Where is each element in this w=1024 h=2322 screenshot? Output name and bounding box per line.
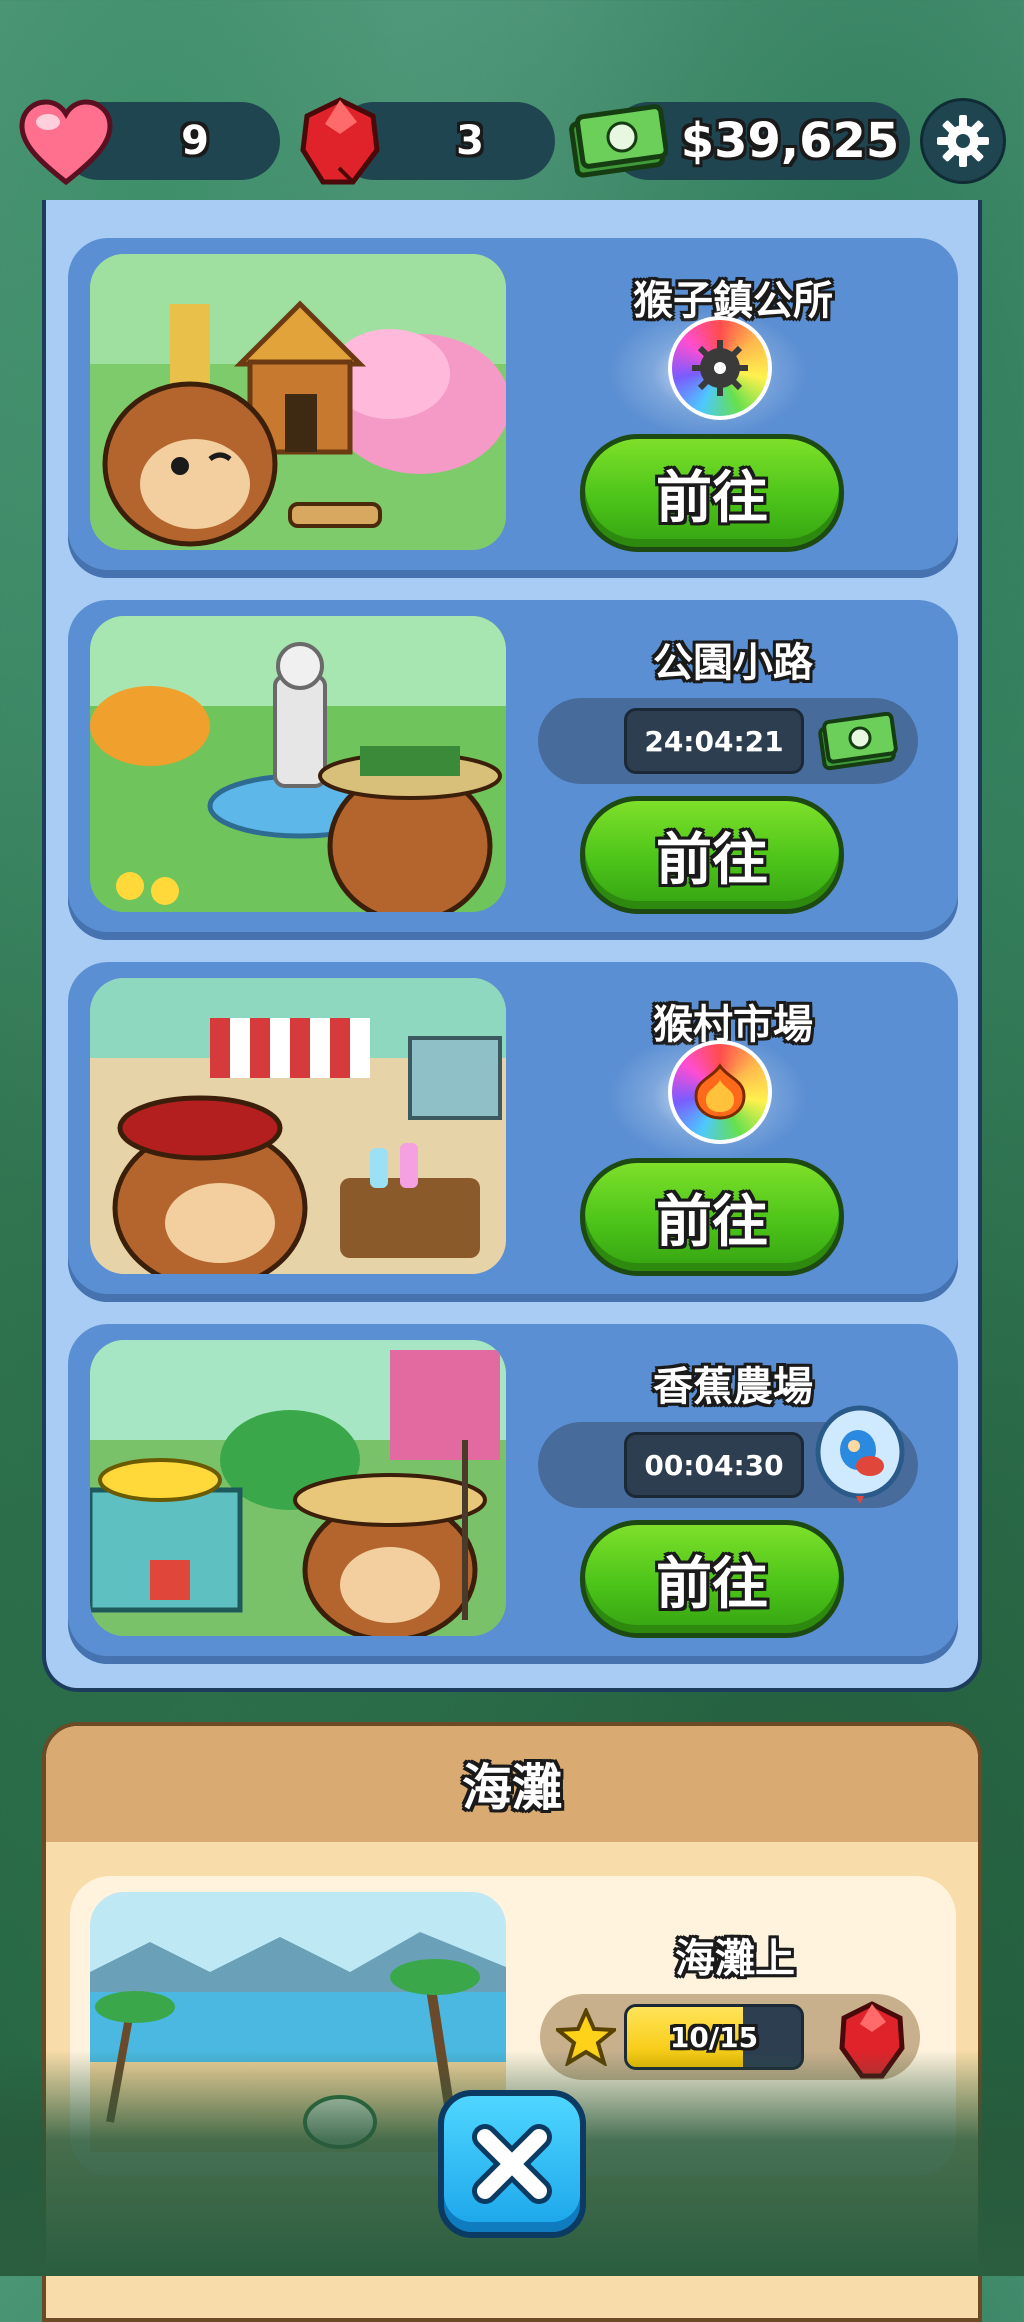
cash-icon xyxy=(818,712,898,771)
lives-value: 9 xyxy=(181,118,209,164)
gear-icon xyxy=(937,115,989,167)
park-path-image xyxy=(90,616,506,912)
timer-bar: 24:04:21 xyxy=(538,698,918,784)
cash-value: $39,625 xyxy=(680,113,900,169)
monkey-hero-balloon xyxy=(815,1405,905,1504)
top-bar: 9 3 $39,625 xyxy=(0,0,1024,200)
location-card-park-path: 公園小路 24:04:21 前往 xyxy=(68,600,958,940)
location-title: 公園小路 xyxy=(653,640,813,686)
gems-value: 3 xyxy=(456,118,484,164)
timer-bar: 00:04:30 xyxy=(538,1405,918,1508)
banana-farm-image xyxy=(90,1340,506,1636)
red-gem-icon xyxy=(300,97,380,185)
location-card-town-hall: 猴子鎮公所 前往 xyxy=(68,238,958,578)
go-button[interactable]: 前往 xyxy=(580,796,844,914)
location-title: 海灘上 xyxy=(675,1936,795,1982)
beach-section-title: 海灘 xyxy=(46,1726,978,1842)
heart-icon xyxy=(19,99,113,186)
cash-icon xyxy=(569,104,668,178)
rainbow-spiked-bloon-badge xyxy=(668,316,772,420)
close-button[interactable] xyxy=(438,2090,586,2238)
go-button[interactable]: 前往 xyxy=(580,1520,844,1638)
location-card-monkey-market: 猴村市場 前往 xyxy=(68,962,958,1302)
timer-value: 24:04:21 xyxy=(624,708,804,774)
phoenix-bloon-badge xyxy=(668,1040,772,1144)
go-button[interactable]: 前往 xyxy=(580,1158,844,1276)
timer-value: 00:04:30 xyxy=(624,1432,804,1498)
go-button[interactable]: 前往 xyxy=(580,434,844,552)
location-card-banana-farm: 香蕉農場 00:04:30 前往 xyxy=(68,1324,958,1664)
monkey-market-image xyxy=(90,978,506,1274)
town-hall-image xyxy=(90,254,506,550)
close-icon xyxy=(472,2124,552,2204)
settings-button[interactable] xyxy=(920,98,1006,184)
